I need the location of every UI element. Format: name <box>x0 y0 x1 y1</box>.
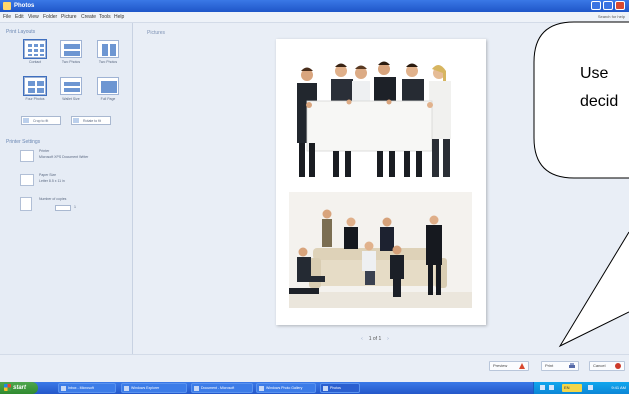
clock: 9:41 AM <box>611 385 626 390</box>
app-icon <box>61 386 66 391</box>
system-tray: EN 9:41 AM <box>533 382 629 394</box>
preview-button[interactable]: Preview <box>489 361 529 371</box>
taskbar-item-active[interactable]: Photos <box>320 383 360 393</box>
language-indicator[interactable]: EN <box>562 384 582 392</box>
photo-gallery-icon <box>259 386 264 391</box>
security-icon[interactable] <box>588 385 593 390</box>
windows-taskbar: start Inbox - Microsoft Windows Explorer… <box>0 382 629 394</box>
cancel-button[interactable]: Cancel <box>589 361 625 371</box>
taskbar-item[interactable]: Windows Photo Gallery <box>256 383 316 393</box>
taskbar-item[interactable]: Document - Microsoft <box>191 383 253 393</box>
callout-bubble <box>533 21 629 348</box>
printer-icon <box>569 363 575 368</box>
start-button[interactable]: start <box>0 382 38 394</box>
volume-icon[interactable] <box>549 385 554 390</box>
taskbar-item[interactable]: Inbox - Microsoft <box>58 383 116 393</box>
photos-icon <box>323 386 328 391</box>
folder-icon <box>124 386 129 391</box>
warning-icon <box>519 363 525 369</box>
callout-text-line2: decid <box>580 93 619 110</box>
windows-logo-icon <box>4 384 11 391</box>
callout-text-line1: Use <box>580 65 609 82</box>
network-icon[interactable] <box>540 385 545 390</box>
document-icon <box>194 386 199 391</box>
bottom-toolbar <box>0 354 629 376</box>
print-button[interactable]: Print <box>541 361 579 371</box>
taskbar-item[interactable]: Windows Explorer <box>121 383 187 393</box>
close-icon <box>615 363 621 369</box>
